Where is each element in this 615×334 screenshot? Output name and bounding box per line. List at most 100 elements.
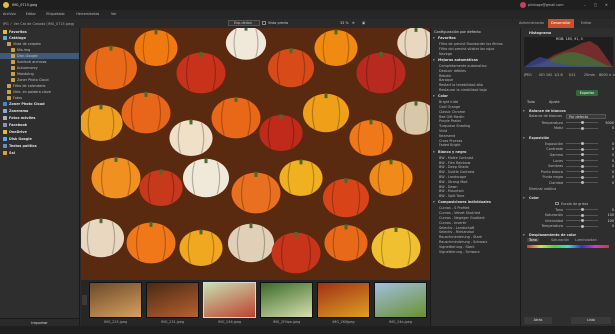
sidebar-item[interactable]: OneDrive [0, 129, 79, 135]
slider-value[interactable]: 0 [600, 159, 614, 163]
preset-item[interactable]: Vivid [439, 129, 517, 133]
adjust-toolbar-item[interactable]: Ajuste [549, 100, 560, 104]
preset-item[interactable]: BW - Split Tone [439, 194, 517, 198]
menu-item[interactable]: Herramientas [76, 12, 99, 16]
preset-item[interactable]: Restaurar la nimbilidad baja [439, 88, 517, 92]
preset-item[interactable]: BW - Matte Contrast [439, 156, 517, 160]
preset-item[interactable]: BW - Deep Shade [439, 165, 517, 169]
preset-item[interactable]: Filtro de previst Standarder los filntos [439, 42, 517, 46]
sidebar-item[interactable]: Zonerama [0, 108, 79, 114]
preset-item[interactable]: Curvas - S Profilet [439, 206, 517, 210]
split-tab[interactable]: Tono [527, 238, 539, 243]
adjust-section-title[interactable]: Balance de blancos [529, 109, 566, 113]
preset-item[interactable]: Rauschminderung - Schwarz [439, 240, 517, 244]
filmstrip-thumbnail[interactable] [374, 282, 427, 318]
slider-value[interactable]: 100 [600, 219, 614, 223]
split-tab[interactable]: Luminosidad [575, 238, 597, 242]
slider-handle[interactable] [580, 208, 584, 211]
preset-item[interactable]: Purple Pastel [439, 119, 517, 123]
preset-item[interactable]: Nearsend [439, 134, 517, 138]
sidebar-item[interactable]: Sal [0, 150, 79, 156]
slider-value[interactable]: 0 [600, 153, 614, 157]
slider-handle[interactable] [580, 142, 584, 146]
preset-item[interactable]: Faded Bright [439, 143, 517, 147]
adjust-section-title[interactable]: Exposición [529, 136, 549, 140]
preset-item[interactable]: Rauschminderung - Stark [439, 235, 517, 239]
preset-item[interactable]: Red Gift Martin [439, 115, 517, 119]
preset-item[interactable]: BW - Strong Mod [439, 180, 517, 184]
preset-section-header[interactable]: ▾ Composiciones individuales [431, 200, 520, 205]
zoom-in-icon[interactable]: ⊕ [352, 21, 355, 25]
slider-handle[interactable] [580, 219, 584, 223]
slider-handle[interactable] [580, 126, 584, 130]
slider-value[interactable]: 0 [600, 164, 614, 168]
preset-item[interactable]: Rebote [439, 74, 517, 78]
minimize-icon[interactable]: – [584, 3, 586, 7]
preset-item[interactable]: Cross Process [439, 139, 517, 143]
slider-handle[interactable] [580, 170, 584, 174]
chevron-down-icon[interactable]: ▾ [523, 136, 525, 140]
preset-item[interactable]: Restart la tenebilidad alta [439, 83, 517, 87]
slider-value[interactable]: 0 [600, 224, 614, 228]
wb-mode-select[interactable]: Por defecto [566, 113, 606, 119]
preset-item[interactable]: Cold Orange [439, 105, 517, 109]
preset-item[interactable]: BW - Subtle Contrast [439, 170, 517, 174]
sidebar-item[interactable]: Disk Google [0, 136, 79, 142]
filmstrip-thumbnail[interactable] [146, 282, 199, 318]
slider-handle[interactable] [580, 181, 584, 185]
slider-value[interactable]: 0 [600, 208, 614, 212]
preset-item[interactable]: Bright Iridd [439, 100, 517, 104]
slider-value[interactable]: 0 [600, 175, 614, 179]
slider-value[interactable]: 5000 [600, 121, 614, 125]
import-button[interactable]: Importar [0, 318, 79, 326]
slider-value[interactable]: 100 [600, 213, 614, 217]
filmstrip-thumbnail[interactable] [89, 282, 142, 318]
slider-handle[interactable] [580, 147, 584, 151]
preview-checkbox[interactable] [262, 21, 266, 25]
filmstrip-thumbnail[interactable] [317, 282, 370, 318]
preset-item[interactable]: Vignettierung - Stark [439, 245, 517, 249]
chevron-down-icon[interactable]: ▾ [523, 196, 525, 200]
preset-section-header[interactable]: ▾ Favoritos [431, 36, 520, 41]
filmstrip-thumbnail[interactable] [260, 282, 313, 318]
slider-value[interactable]: 0 [600, 142, 614, 146]
slider-handle[interactable] [580, 153, 584, 157]
maximize-icon[interactable]: □ [594, 3, 597, 7]
slider-handle[interactable] [580, 224, 584, 228]
preset-item[interactable]: Completamente automatico [439, 64, 517, 68]
mode-tab[interactable]: Desarrollar [548, 19, 574, 28]
preset-item[interactable]: Classic Chrome [439, 110, 517, 114]
sidebar-item[interactable]: Zoner Photo Cloud [0, 101, 79, 107]
slider-handle[interactable] [580, 121, 584, 124]
filmstrip-thumbnail[interactable] [203, 282, 256, 318]
chevron-down-icon[interactable]: ▾ [523, 109, 525, 113]
preset-section-header[interactable]: ▾ Mejoras automáticas [431, 58, 520, 63]
preset-item[interactable]: Curvas - Velvet Shot/red [439, 211, 517, 215]
preset-item[interactable]: BW - Landscape [439, 175, 517, 179]
preset-item[interactable]: Turquoise Shading [439, 124, 517, 128]
zoom-level[interactable]: 33 % [340, 21, 349, 25]
sidebar-item[interactable]: Facebook [0, 122, 79, 128]
mode-tab[interactable]: Editar [578, 19, 595, 28]
back-button[interactable]: Atrás [524, 317, 552, 324]
menu-item[interactable]: Etiquetado [46, 12, 64, 16]
auto-export-button[interactable]: Exportar [576, 90, 598, 96]
preset-item[interactable]: Curvas - Invertir [439, 221, 517, 225]
grayscale-checkbox[interactable] [555, 201, 559, 205]
slider-handle[interactable] [580, 175, 584, 179]
sidebar-item[interactable]: Fotos móviles [0, 115, 79, 121]
split-tab[interactable]: Saturación [551, 238, 569, 242]
preset-item[interactable]: Selectiv - Rimlandscl [439, 230, 517, 234]
filmstrip-prev-icon[interactable] [82, 295, 87, 305]
slider-handle[interactable] [580, 164, 584, 168]
slider-value[interactable]: 0 [600, 181, 614, 185]
preset-section-header[interactable]: ▾ Blanco y negro [431, 150, 520, 155]
slider-value[interactable]: 0 [600, 126, 614, 130]
slider-value[interactable]: 0 [600, 170, 614, 174]
chevron-down-icon[interactable]: ▾ [523, 233, 525, 237]
slider-value[interactable]: 0 [600, 147, 614, 151]
preset-item[interactable]: Deslucir débiles [439, 69, 517, 73]
menu-item[interactable]: Ver [111, 12, 117, 16]
image-viewer[interactable] [81, 28, 430, 280]
slider-handle[interactable] [580, 213, 584, 217]
